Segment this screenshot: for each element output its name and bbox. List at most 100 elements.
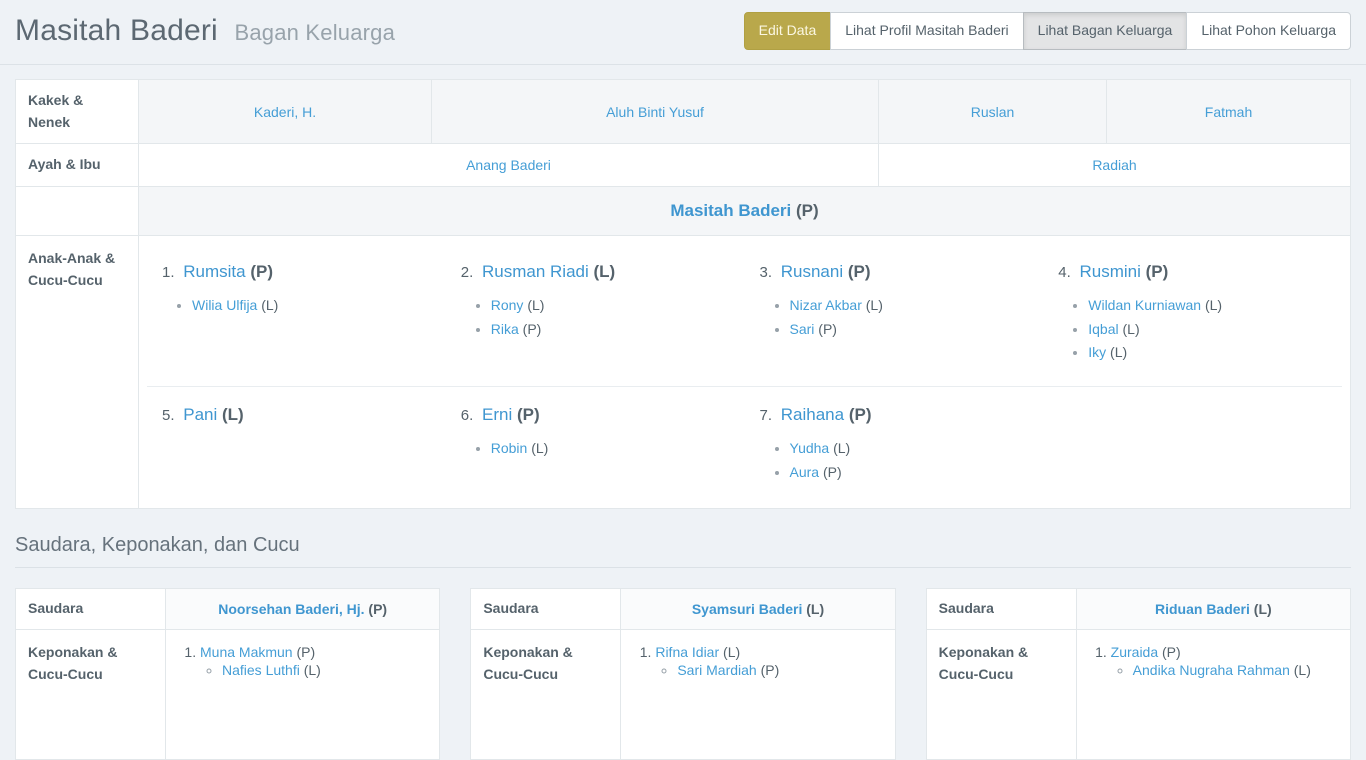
child-name-link[interactable]: Pani bbox=[183, 405, 217, 424]
sibling-name-link[interactable]: Syamsuri Baderi bbox=[692, 601, 803, 617]
nephew-child-gender: (P) bbox=[761, 662, 780, 678]
grandchild-item: Rony (L) bbox=[491, 294, 730, 317]
self-name-link[interactable]: Masitah Baderi bbox=[670, 201, 791, 220]
grandchild-gender: (L) bbox=[531, 440, 548, 456]
nephews-cell: Rifna Idiar (L) Sari Mardiah (P) bbox=[621, 629, 895, 759]
nephew-link[interactable]: Zuraida bbox=[1111, 644, 1158, 660]
sibling-gender: (P) bbox=[368, 601, 387, 617]
child-block: 2. Rusman Riadi (L) Rony (L) Rika (P) bbox=[446, 244, 745, 382]
child-number: 2. bbox=[461, 264, 474, 281]
nephew-gender: (P) bbox=[1162, 644, 1181, 660]
child-heading: 5. Pani (L) bbox=[162, 405, 431, 425]
grandchild-gender: (P) bbox=[823, 464, 842, 480]
nephew-children-list: Nafies Luthfi (L) bbox=[200, 662, 431, 678]
sibling-tables: Saudara Noorsehan Baderi, Hj. (P) Kepona… bbox=[15, 588, 1351, 760]
mother-cell: Radiah bbox=[879, 144, 1351, 187]
child-number: 4. bbox=[1058, 264, 1071, 281]
grandparent-link[interactable]: Fatmah bbox=[1205, 104, 1252, 120]
edit-data-button[interactable]: Edit Data bbox=[744, 12, 832, 50]
grandparent-link[interactable]: Kaderi, H. bbox=[254, 104, 316, 120]
nephew-child-link[interactable]: Andika Nugraha Rahman bbox=[1133, 662, 1290, 678]
children-grid: 1. Rumsita (P) Wilia Ulfija (L) bbox=[147, 244, 1342, 492]
grandchild-link[interactable]: Iky bbox=[1088, 344, 1106, 360]
child-name-link[interactable]: Rusman Riadi bbox=[482, 262, 589, 281]
grandparent-link[interactable]: Ruslan bbox=[971, 104, 1015, 120]
child-heading: 3. Rusnani (P) bbox=[760, 262, 1029, 282]
sibling-name-cell: Syamsuri Baderi (L) bbox=[621, 589, 895, 630]
mother-link[interactable]: Radiah bbox=[1092, 157, 1136, 173]
family-chart-table: Kakek & Nenek Kaderi, H. Aluh Binti Yusu… bbox=[15, 79, 1351, 509]
grandchildren-list: Rony (L) Rika (P) bbox=[461, 294, 730, 340]
child-number: 3. bbox=[760, 264, 773, 281]
grandchild-item: Rika (P) bbox=[491, 318, 730, 341]
child-name-link[interactable]: Rusnani bbox=[781, 262, 843, 281]
grandchild-link[interactable]: Robin bbox=[491, 440, 528, 456]
grandparents-label: Kakek & Nenek bbox=[16, 79, 139, 143]
nephew-list: Muna Makmun (P) Nafies Luthfi (L) bbox=[174, 644, 431, 678]
children-cell: 1. Rumsita (P) Wilia Ulfija (L) bbox=[139, 235, 1351, 508]
page-title: Masitah Baderi Bagan Keluarga bbox=[15, 14, 395, 48]
child-number: 6. bbox=[461, 407, 474, 424]
nephew-gender: (L) bbox=[723, 644, 740, 660]
header-button-group: Edit Data Lihat Profil Masitah Baderi Li… bbox=[744, 12, 1351, 50]
nephew-child-gender: (L) bbox=[1294, 662, 1311, 678]
grandchild-link[interactable]: Nizar Akbar bbox=[790, 297, 862, 313]
grandchildren-list: Nizar Akbar (L) Sari (P) bbox=[760, 294, 1029, 340]
child-block: 4. Rusmini (P) Wildan Kurniawan (L) Iqba… bbox=[1043, 244, 1342, 382]
sibling-name-cell: Riduan Baderi (L) bbox=[1076, 589, 1350, 630]
view-family-tree-button[interactable]: Lihat Pohon Keluarga bbox=[1186, 12, 1351, 50]
sibling-name-row: Saudara Riduan Baderi (L) bbox=[926, 589, 1350, 630]
child-name-link[interactable]: Erni bbox=[482, 405, 512, 424]
grandchildren-list: Yudha (L) Aura (P) bbox=[760, 437, 1029, 483]
nephew-list: Zuraida (P) Andika Nugraha Rahman (L) bbox=[1085, 644, 1342, 678]
nephews-label: Keponakan & Cucu-Cucu bbox=[926, 629, 1076, 759]
child-number: 7. bbox=[760, 407, 773, 424]
grandchild-item: Nizar Akbar (L) bbox=[790, 294, 1029, 317]
grandchild-link[interactable]: Rika bbox=[491, 321, 519, 337]
self-label-empty bbox=[16, 186, 139, 235]
siblings-section-title: Saudara, Keponakan, dan Cucu bbox=[15, 534, 1351, 557]
child-gender: (P) bbox=[1146, 262, 1169, 281]
view-profile-button[interactable]: Lihat Profil Masitah Baderi bbox=[830, 12, 1023, 50]
grandchild-item: Iqbal (L) bbox=[1088, 318, 1327, 341]
nephew-child-link[interactable]: Nafies Luthfi bbox=[222, 662, 300, 678]
grandchild-link[interactable]: Yudha bbox=[790, 440, 830, 456]
grandchild-link[interactable]: Sari bbox=[790, 321, 815, 337]
sibling-label: Saudara bbox=[16, 589, 166, 630]
child-name-link[interactable]: Rumsita bbox=[183, 262, 245, 281]
nephew-link[interactable]: Rifna Idiar bbox=[655, 644, 719, 660]
child-name-link[interactable]: Raihana bbox=[781, 405, 844, 424]
view-family-chart-button[interactable]: Lihat Bagan Keluarga bbox=[1023, 12, 1188, 50]
nephews-row: Keponakan & Cucu-Cucu Zuraida (P) Andika… bbox=[926, 629, 1350, 759]
sibling-name-link[interactable]: Riduan Baderi bbox=[1155, 601, 1250, 617]
nephews-cell: Muna Makmun (P) Nafies Luthfi (L) bbox=[166, 629, 440, 759]
child-heading: 2. Rusman Riadi (L) bbox=[461, 262, 730, 282]
sibling-label: Saudara bbox=[926, 589, 1076, 630]
person-name-title: Masitah Baderi bbox=[15, 14, 218, 47]
grandchild-link[interactable]: Wilia Ulfija bbox=[192, 297, 257, 313]
grandchild-item: Sari (P) bbox=[790, 318, 1029, 341]
child-number: 1. bbox=[162, 264, 175, 281]
nephew-child-link[interactable]: Sari Mardiah bbox=[677, 662, 756, 678]
sibling-gender: (L) bbox=[1254, 601, 1272, 617]
nephew-link[interactable]: Muna Makmun bbox=[200, 644, 293, 660]
grandchild-link[interactable]: Aura bbox=[790, 464, 820, 480]
father-link[interactable]: Anang Baderi bbox=[466, 157, 551, 173]
sibling-name-row: Saudara Noorsehan Baderi, Hj. (P) bbox=[16, 589, 440, 630]
child-name-link[interactable]: Rusmini bbox=[1080, 262, 1141, 281]
grandchild-link[interactable]: Iqbal bbox=[1088, 321, 1118, 337]
sibling-table: Saudara Noorsehan Baderi, Hj. (P) Kepona… bbox=[15, 588, 440, 760]
grandchild-gender: (L) bbox=[866, 297, 883, 313]
grandchild-item: Yudha (L) bbox=[790, 437, 1029, 460]
sibling-table: Saudara Syamsuri Baderi (L) Keponakan & … bbox=[470, 588, 895, 760]
grandchild-gender: (L) bbox=[1123, 321, 1140, 337]
grandchildren-list: Wilia Ulfija (L) bbox=[162, 294, 431, 317]
grandparent-link[interactable]: Aluh Binti Yusuf bbox=[606, 104, 704, 120]
grandchild-link[interactable]: Wildan Kurniawan bbox=[1088, 297, 1201, 313]
child-gender: (P) bbox=[849, 405, 872, 424]
grandchild-link[interactable]: Rony bbox=[491, 297, 524, 313]
page-header: Masitah Baderi Bagan Keluarga Edit Data … bbox=[0, 0, 1366, 65]
grandchild-item: Iky (L) bbox=[1088, 341, 1327, 364]
nephews-row: Keponakan & Cucu-Cucu Rifna Idiar (L) Sa… bbox=[471, 629, 895, 759]
sibling-name-link[interactable]: Noorsehan Baderi, Hj. bbox=[218, 601, 364, 617]
